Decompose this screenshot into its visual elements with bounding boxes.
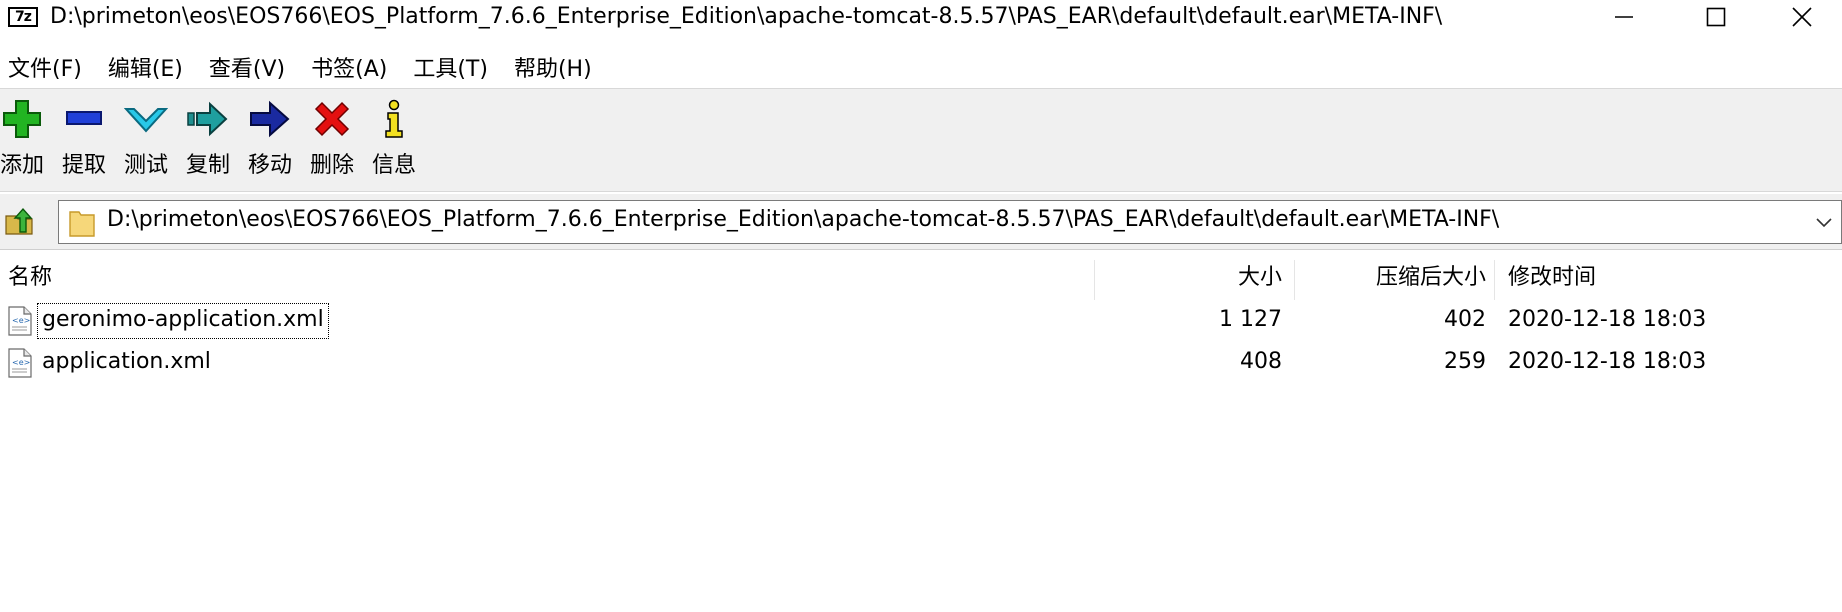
column-header-modified[interactable]: 修改时间	[1508, 260, 1596, 296]
delete-label: 删除	[309, 153, 354, 178]
close-button[interactable]	[1762, 0, 1842, 34]
column-header-name[interactable]: 名称	[8, 260, 52, 296]
up-folder-button[interactable]	[2, 204, 38, 240]
test-label: 测试	[123, 153, 168, 178]
extract-minus-icon	[66, 111, 102, 125]
column-header-packed-size[interactable]: 压缩后大小	[1296, 260, 1486, 296]
menu-file[interactable]: 文件(F)	[0, 51, 90, 83]
title-bar: 7z D:\primeton\eos\EOS766\EOS_Platform_7…	[0, 0, 1842, 34]
extract-label: 提取	[61, 153, 106, 178]
window-title: D:\primeton\eos\EOS766\EOS_Platform_7.6.…	[50, 4, 1443, 29]
maximize-icon	[1706, 7, 1726, 27]
xml-file-icon: <e>	[8, 348, 32, 378]
minimize-button[interactable]	[1578, 0, 1670, 34]
address-path: D:\primeton\eos\EOS766\EOS_Platform_7.6.…	[107, 207, 1500, 232]
copy-label: 复制	[185, 153, 230, 178]
file-name: application.xml	[42, 349, 211, 374]
test-button[interactable]: 测试	[118, 97, 174, 187]
extract-button[interactable]: 提取	[56, 97, 112, 187]
copy-arrow-icon	[187, 101, 228, 137]
svg-text:<e>: <e>	[12, 358, 30, 367]
info-icon	[385, 99, 403, 138]
minimize-icon	[1615, 16, 1633, 18]
add-label: 添加	[0, 153, 44, 178]
move-label: 移动	[247, 153, 292, 178]
file-modified-time: 2020-12-18 18:03	[1508, 349, 1707, 374]
column-divider[interactable]	[1494, 260, 1495, 300]
up-folder-icon	[5, 207, 33, 235]
delete-x-icon	[314, 101, 350, 137]
file-packed-size: 259	[1444, 349, 1486, 374]
toolbar: 添加 提取 测试 复制 移动 删除 信息	[0, 88, 1842, 192]
folder-icon	[69, 211, 95, 237]
file-list-empty-area[interactable]	[0, 384, 1842, 612]
file-size: 1 127	[1219, 307, 1282, 332]
file-list-header: 名称 大小 压缩后大小 修改时间	[0, 256, 1842, 300]
file-size: 408	[1240, 349, 1282, 374]
file-packed-size: 402	[1444, 307, 1486, 332]
menu-view[interactable]: 查看(V)	[201, 51, 293, 83]
info-button[interactable]: 信息	[366, 97, 422, 187]
test-check-icon	[124, 108, 168, 133]
address-bar: D:\primeton\eos\EOS766\EOS_Platform_7.6.…	[0, 194, 1842, 250]
xml-file-icon: <e>	[8, 306, 32, 336]
add-button[interactable]: 添加	[0, 97, 50, 187]
column-header-size[interactable]: 大小	[1096, 260, 1284, 296]
maximize-button[interactable]	[1670, 0, 1762, 34]
add-plus-icon	[3, 100, 41, 138]
menu-help[interactable]: 帮助(H)	[506, 51, 600, 83]
chevron-down-icon	[1816, 218, 1832, 228]
menu-edit[interactable]: 编辑(E)	[100, 51, 191, 83]
info-label: 信息	[371, 153, 416, 178]
address-field[interactable]: D:\primeton\eos\EOS766\EOS_Platform_7.6.…	[58, 200, 1842, 244]
copy-button[interactable]: 复制	[180, 97, 236, 187]
menu-bookmarks[interactable]: 书签(A)	[303, 51, 395, 83]
7zip-app-icon: 7z	[8, 7, 38, 27]
column-divider[interactable]	[1294, 260, 1295, 300]
file-name: geronimo-application.xml	[37, 303, 329, 339]
file-row[interactable]: <e> application.xml 408 259 2020-12-18 1…	[0, 342, 1842, 384]
close-icon	[1792, 7, 1812, 27]
file-modified-time: 2020-12-18 18:03	[1508, 307, 1707, 332]
svg-text:<e>: <e>	[12, 316, 30, 325]
delete-button[interactable]: 删除	[304, 97, 360, 187]
move-button[interactable]: 移动	[242, 97, 298, 187]
column-divider[interactable]	[1094, 260, 1095, 300]
menu-bar: 文件(F) 编辑(E) 查看(V) 书签(A) 工具(T) 帮助(H)	[0, 50, 610, 84]
address-dropdown-button[interactable]	[1811, 207, 1837, 237]
file-row[interactable]: <e> geronimo-application.xml 1 127 402 2…	[0, 300, 1842, 342]
move-arrow-icon	[250, 100, 290, 138]
menu-tools[interactable]: 工具(T)	[405, 51, 496, 83]
